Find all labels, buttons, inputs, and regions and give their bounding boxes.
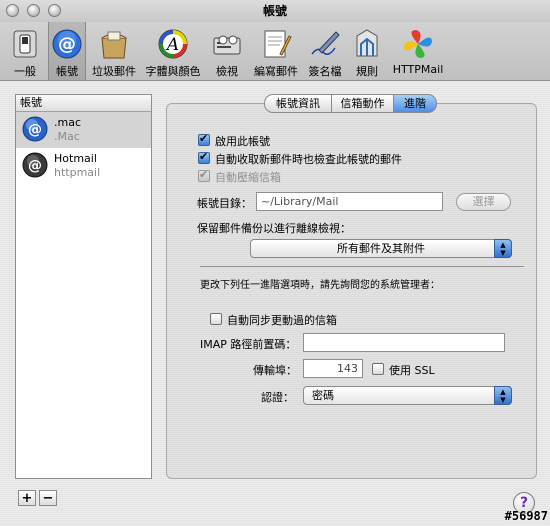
auto-check-label: 自動收取新郵件時也檢查此帳號的郵件 bbox=[215, 153, 402, 166]
account-name: Hotmail bbox=[54, 152, 97, 165]
toolbar-compose-label: 編寫郵件 bbox=[254, 65, 298, 78]
account-name: .mac bbox=[54, 116, 82, 129]
toolbar-fonts[interactable]: A 字體與顏色 bbox=[142, 22, 204, 80]
svg-text:@: @ bbox=[58, 34, 76, 55]
toolbar-junk-label: 垃圾郵件 bbox=[92, 65, 136, 78]
account-item-hotmail[interactable]: @ Hotmail httpmail bbox=[16, 148, 151, 184]
title-bar: 帳號 bbox=[0, 0, 550, 22]
minimize-button[interactable] bbox=[27, 4, 40, 17]
sync-mailboxes-label: 自動同步更動過的信箱 bbox=[227, 314, 337, 327]
toolbar-fonts-label: 字體與顏色 bbox=[145, 65, 201, 78]
junk-mail-icon bbox=[98, 28, 130, 60]
popup-arrows-icon: ▲ ▼ bbox=[494, 239, 512, 258]
authentication-label: 認證： bbox=[261, 391, 294, 404]
toolbar-httpmail[interactable]: HTTPMail bbox=[388, 22, 448, 80]
use-ssl-checkbox[interactable] bbox=[372, 363, 384, 375]
keep-copies-value: 所有郵件及其附件 bbox=[337, 242, 425, 255]
httpmail-icon bbox=[402, 28, 434, 60]
compose-icon bbox=[260, 28, 292, 60]
authentication-popup[interactable]: 密碼 ▲ ▼ bbox=[303, 386, 512, 405]
accounts-list-header: 帳號 bbox=[16, 95, 151, 112]
add-account-button[interactable]: + bbox=[18, 490, 36, 506]
accounts-list[interactable]: 帳號 @ .mac .Mac @ Hotmail httpmail bbox=[15, 94, 152, 479]
separator bbox=[200, 266, 524, 267]
toolbar-signatures[interactable]: 簽名檔 bbox=[304, 22, 346, 80]
switch-icon bbox=[9, 28, 41, 60]
toolbar-general[interactable]: 一般 bbox=[4, 22, 46, 80]
watermark: #56987 bbox=[504, 509, 548, 523]
account-directory-field[interactable]: ~/Library/Mail bbox=[256, 192, 443, 211]
use-ssl-label: 使用 SSL bbox=[389, 364, 435, 377]
tab-advanced[interactable]: 進階 bbox=[393, 94, 437, 113]
close-button[interactable] bbox=[6, 4, 19, 17]
toolbar-accounts[interactable]: @ 帳號 bbox=[48, 22, 86, 80]
preferences-window: 帳號 一般 @ 帳號 垃圾郵件 A 字體與顏色 檢視 編寫郵件 簽名檔 規則 H… bbox=[0, 0, 550, 526]
font-icon: A bbox=[157, 28, 189, 60]
port-field[interactable]: 143 bbox=[303, 359, 363, 378]
svg-text:@: @ bbox=[28, 122, 42, 138]
keep-copies-popup[interactable]: 所有郵件及其附件 ▲ ▼ bbox=[250, 239, 512, 258]
authentication-value: 密碼 bbox=[312, 389, 334, 402]
rules-icon bbox=[351, 28, 383, 60]
toolbar-httpmail-label: HTTPMail bbox=[392, 63, 444, 76]
compact-mailboxes-label: 自動壓縮信箱 bbox=[215, 171, 281, 184]
toolbar-compose[interactable]: 編寫郵件 bbox=[250, 22, 302, 80]
toolbar-accounts-label: 帳號 bbox=[56, 65, 78, 78]
choose-button[interactable]: 選擇 bbox=[456, 193, 511, 211]
toolbar-general-label: 一般 bbox=[14, 65, 36, 78]
svg-text:A: A bbox=[165, 35, 179, 55]
port-label: 傳輸埠： bbox=[253, 364, 297, 377]
popup-arrows-icon: ▲ ▼ bbox=[494, 386, 512, 405]
enable-account-label: 啟用此帳號 bbox=[215, 135, 270, 148]
toolbar-signatures-label: 簽名檔 bbox=[308, 65, 342, 78]
sync-mailboxes-checkbox[interactable] bbox=[210, 313, 222, 325]
toolbar: 一般 @ 帳號 垃圾郵件 A 字體與顏色 檢視 編寫郵件 簽名檔 規則 HTTP… bbox=[0, 22, 550, 81]
tab-account-info[interactable]: 帳號資訊 bbox=[264, 94, 332, 113]
toolbar-view[interactable]: 檢視 bbox=[206, 22, 248, 80]
toolbar-junk[interactable]: 垃圾郵件 bbox=[88, 22, 140, 80]
account-type: httpmail bbox=[54, 166, 101, 179]
toolbar-view-label: 檢視 bbox=[216, 65, 238, 78]
signature-pen-icon bbox=[309, 28, 341, 60]
toolbar-rules-label: 規則 bbox=[356, 65, 378, 78]
zoom-button[interactable] bbox=[48, 4, 61, 17]
tab-mailbox-behaviors[interactable]: 信箱動作 bbox=[331, 94, 394, 113]
view-icon bbox=[211, 28, 243, 60]
auto-check-checkbox[interactable] bbox=[198, 150, 210, 164]
at-sign-icon: @ bbox=[51, 28, 83, 60]
globe-at-icon: @ bbox=[22, 116, 48, 142]
account-type: .Mac bbox=[54, 130, 80, 143]
at-sign-icon: @ bbox=[22, 152, 48, 178]
remove-account-button[interactable]: − bbox=[39, 490, 57, 506]
imap-prefix-label: IMAP 路徑前置碼： bbox=[200, 338, 297, 351]
toolbar-rules[interactable]: 規則 bbox=[348, 22, 386, 80]
svg-text:@: @ bbox=[28, 158, 42, 174]
admin-note: 更改下列任一進階選項時，請先詢問您的系統管理者： bbox=[200, 280, 440, 291]
account-item-mac[interactable]: @ .mac .Mac bbox=[16, 112, 151, 148]
window-title: 帳號 bbox=[262, 4, 287, 18]
compact-mailboxes-checkbox[interactable] bbox=[198, 168, 210, 182]
keep-copies-label: 保留郵件備份以進行離線檢視： bbox=[197, 222, 351, 235]
account-directory-label: 帳號目錄： bbox=[197, 197, 252, 210]
imap-prefix-field[interactable] bbox=[303, 333, 505, 352]
enable-account-checkbox[interactable] bbox=[198, 132, 210, 146]
